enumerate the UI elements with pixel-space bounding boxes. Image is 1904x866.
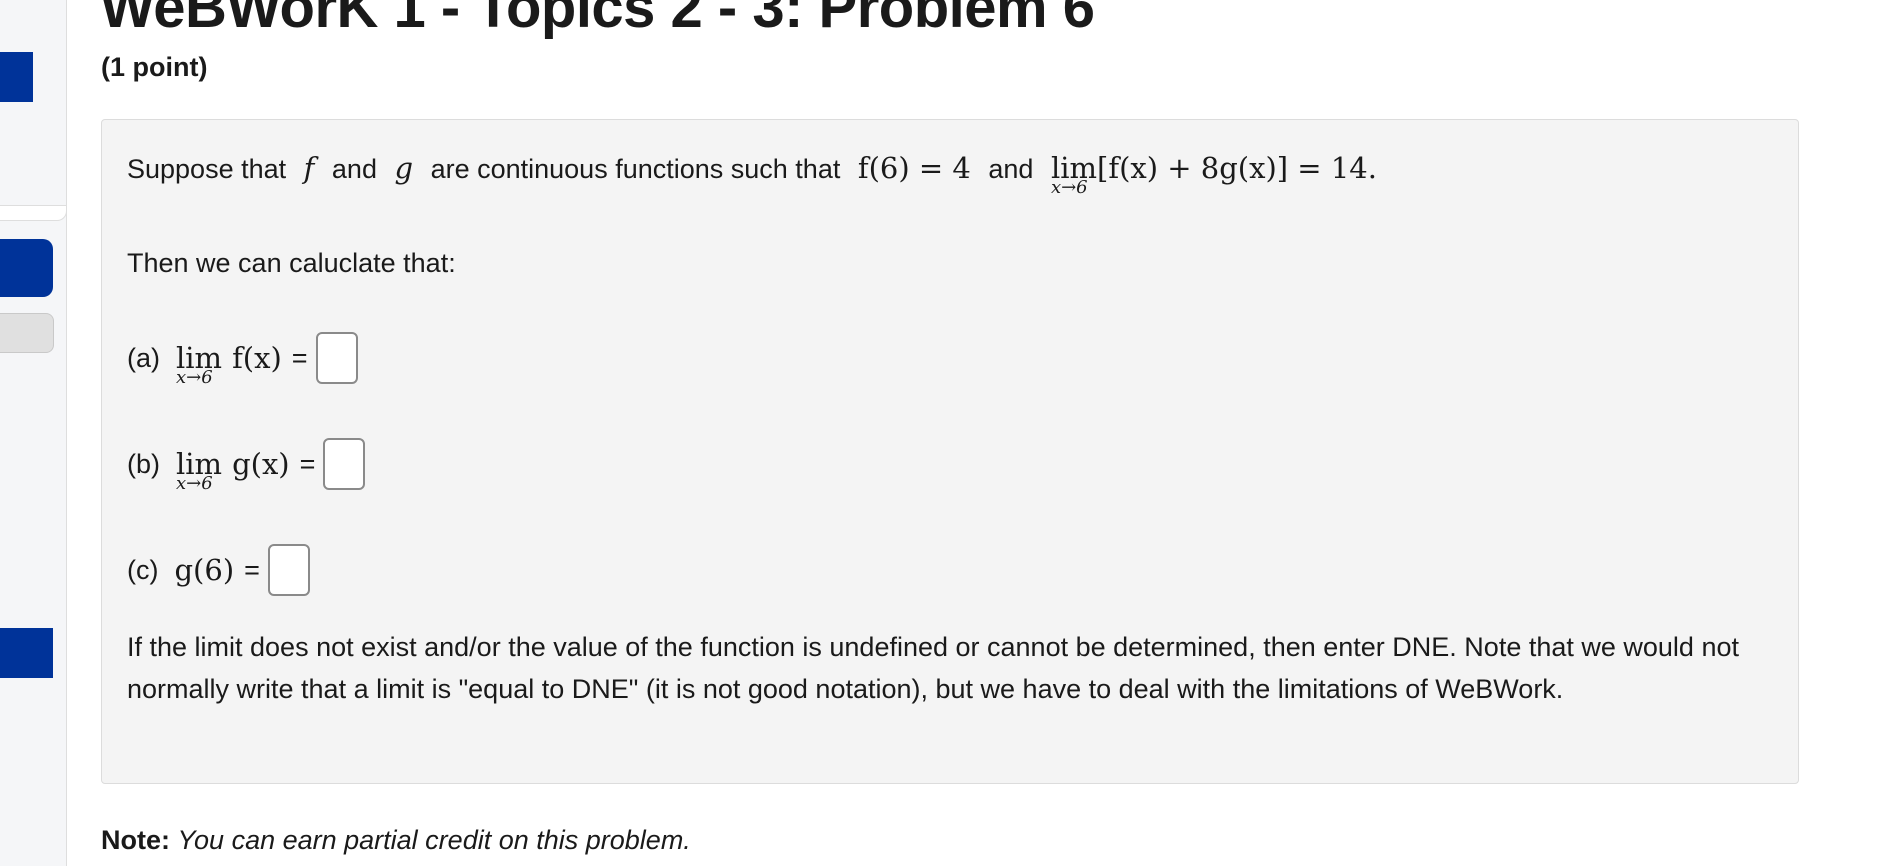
problem-box: Suppose that f and g are continuous func… (101, 119, 1799, 784)
sidebar-nav-block[interactable] (0, 52, 33, 102)
answer-input-b[interactable] (323, 438, 366, 490)
math-expression: g(x) (232, 447, 290, 481)
webwork-page: WeBWorK 1 - Topics 2 - 3: Problem 6 (1 p… (0, 0, 1904, 866)
lim-subscript: x→6 (1050, 177, 1088, 198)
statement-text: are continuous functions such that (430, 154, 841, 184)
part-a: (a) lim x→6 f(x) = (127, 332, 358, 388)
equals-sign: = (299, 449, 316, 479)
equals-sign: = (244, 555, 260, 585)
note-label: Note: (101, 825, 170, 855)
math-condition-2: [f(x) + 8g(x)] = 14. (1097, 151, 1377, 185)
equals-sign: = (291, 343, 308, 373)
problem-points: (1 point) (101, 52, 208, 82)
statement-text: and (988, 154, 1034, 184)
sidebar-nav-button-secondary[interactable] (0, 313, 54, 353)
math-limit: lim x→6 (176, 444, 222, 494)
math-expression: g(6) (174, 553, 235, 587)
sidebar-nav-button[interactable] (0, 628, 53, 678)
sidebar-nav-button[interactable] (0, 239, 53, 297)
part-c: (c) g(6) = (127, 544, 310, 596)
then-text: Then we can caluclate that: (127, 248, 456, 278)
lim-subscript: x→6 (176, 366, 213, 388)
sidebar-separator (0, 205, 67, 221)
problem-statement: Suppose that f and g are continuous func… (127, 148, 1377, 198)
answer-input-c[interactable] (267, 544, 310, 596)
note-text: You can earn partial credit on this prob… (177, 825, 691, 855)
math-limit: lim x→6 (176, 338, 222, 388)
part-label: (c) (127, 555, 159, 585)
math-condition-1: f(6) = 4 (857, 151, 971, 185)
math-f: f (303, 151, 315, 185)
part-b: (b) lim x→6 g(x) = (127, 438, 366, 494)
math-limit: lim x→6 (1051, 148, 1097, 198)
statement-text: Suppose that (127, 154, 287, 184)
part-label: (b) (127, 449, 160, 479)
lim-subscript: x→6 (176, 472, 213, 494)
math-expression: f(x) (232, 341, 282, 375)
statement-text: and (331, 154, 377, 184)
math-g: g (394, 151, 414, 185)
page-title: WeBWorK 1 - Topics 2 - 3: Problem 6 (100, 0, 1095, 40)
sidebar (0, 0, 67, 866)
partial-credit-note: Note: You can earn partial credit on thi… (101, 820, 691, 860)
part-label: (a) (127, 343, 160, 373)
dne-instructions: If the limit does not exist and/or the v… (127, 632, 1739, 704)
answer-input-a[interactable] (315, 332, 358, 384)
